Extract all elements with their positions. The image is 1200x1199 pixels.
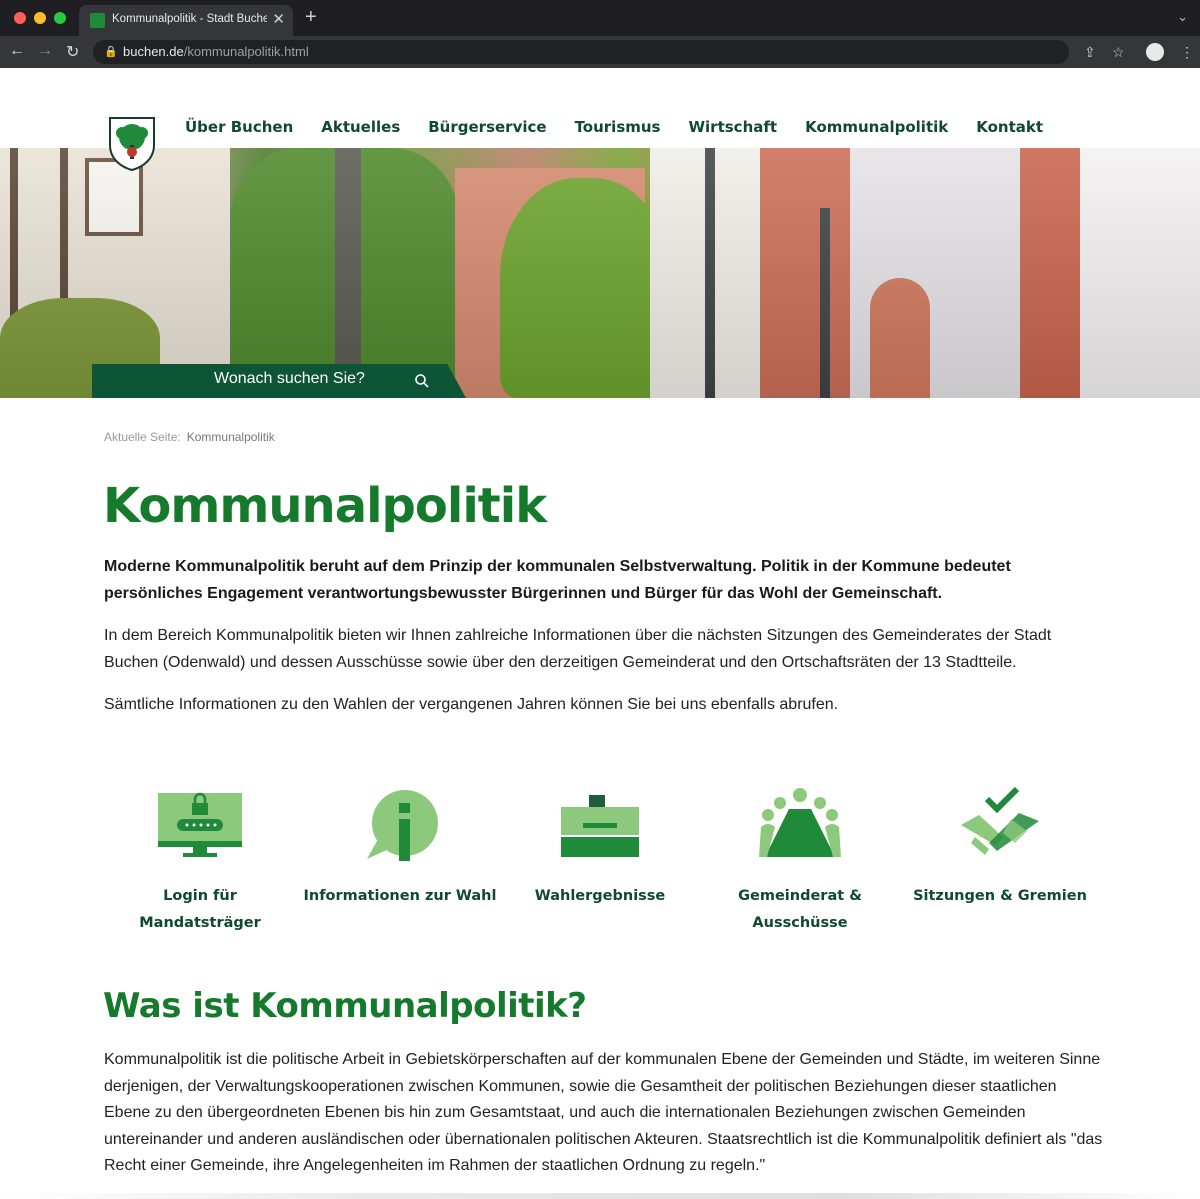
tile-wahlergebnisse[interactable]: Wahlergebnisse xyxy=(500,785,700,910)
nav-ueber-buchen[interactable]: Über Buchen xyxy=(185,118,293,136)
hero-image xyxy=(0,148,1200,398)
ballot-box-icon xyxy=(561,795,639,857)
footer-divider xyxy=(0,1193,1200,1199)
nav-wirtschaft[interactable]: Wirtschaft xyxy=(689,118,778,136)
new-tab-button[interactable]: + xyxy=(305,6,317,29)
url-field[interactable]: 🔒 buchen.de/kommunalpolitik.html xyxy=(93,40,1069,64)
nav-kontakt[interactable]: Kontakt xyxy=(976,118,1043,136)
intro-paragraph: In dem Bereich Kommunalpolitik bieten wi… xyxy=(104,627,1052,671)
search-icon[interactable] xyxy=(414,373,430,389)
close-tab-icon[interactable]: ✕ xyxy=(272,10,285,28)
tab-title: Kommunalpolitik - Stadt Buchen xyxy=(112,13,267,25)
back-button[interactable]: ← xyxy=(9,42,25,60)
nav-aktuelles[interactable]: Aktuelles xyxy=(321,118,400,136)
section-text: Kommunalpolitik ist die politische Arbei… xyxy=(104,1051,1103,1174)
breadcrumb: Aktuelle Seite: Kommunalpolitik xyxy=(104,430,275,444)
url-path: /kommunalpolitik.html xyxy=(183,44,309,59)
meeting-table-icon xyxy=(759,788,841,857)
profile-avatar-icon[interactable] xyxy=(1146,43,1164,61)
nav-kommunalpolitik[interactable]: Kommunalpolitik xyxy=(805,118,948,136)
tab-search-icon[interactable]: ⌄ xyxy=(1177,9,1188,25)
share-icon[interactable]: ⇪ xyxy=(1084,44,1096,61)
section-heading: Was ist Kommunalpolitik? xyxy=(103,986,587,1026)
favicon-icon xyxy=(90,13,105,28)
breadcrumb-label: Aktuelle Seite: xyxy=(104,430,181,444)
tile-label[interactable]: Informationen zur Wahl xyxy=(300,883,500,910)
tile-label[interactable]: Gemeinderat & Ausschüsse xyxy=(700,883,900,937)
monitor-lock-icon xyxy=(158,792,242,857)
elections-paragraph: Sämtliche Informationen zu den Wahlen de… xyxy=(104,696,839,713)
tile-label[interactable]: Wahlergebnisse xyxy=(500,883,700,910)
main-navigation: Über Buchen Aktuelles Bürgerservice Tour… xyxy=(185,118,1043,136)
url-text: buchen.de/kommunalpolitik.html xyxy=(123,44,309,59)
browser-tab[interactable]: Kommunalpolitik - Stadt Buchen ✕ xyxy=(79,5,293,36)
browser-menu-icon[interactable]: ⋮ xyxy=(1180,44,1194,61)
close-window-button[interactable] xyxy=(14,12,26,24)
tile-login[interactable]: Login für Mandatsträger xyxy=(100,785,300,937)
url-host: buchen.de xyxy=(123,44,184,59)
hero-shade xyxy=(0,148,1200,398)
lock-icon: 🔒 xyxy=(104,46,118,58)
search-placeholder[interactable]: Wonach suchen Sie? xyxy=(214,370,365,388)
address-bar: ← → ↻ 🔒 buchen.de/kommunalpolitik.html ⇪… xyxy=(0,36,1200,68)
tile-sitzungen[interactable]: Sitzungen & Gremien xyxy=(900,785,1100,910)
coat-of-arms-logo[interactable] xyxy=(107,115,157,171)
forward-button[interactable]: → xyxy=(37,42,53,60)
window-controls xyxy=(14,12,66,24)
bookmark-star-icon[interactable]: ☆ xyxy=(1112,44,1125,61)
browser-tab-bar: Kommunalpolitik - Stadt Buchen ✕ + ⌄ xyxy=(0,0,1200,36)
tile-gemeinderat[interactable]: Gemeinderat & Ausschüsse xyxy=(700,785,900,937)
info-bubble-icon xyxy=(367,790,438,861)
quicklink-tiles: Login für Mandatsträger Informationen zu… xyxy=(100,785,1100,945)
tile-label[interactable]: Sitzungen & Gremien xyxy=(900,883,1100,910)
lead-text: Moderne Kommunalpolitik beruht auf dem P… xyxy=(104,558,1011,602)
minimize-window-button[interactable] xyxy=(34,12,46,24)
reload-button[interactable]: ↻ xyxy=(66,42,79,62)
breadcrumb-current[interactable]: Kommunalpolitik xyxy=(187,430,275,444)
maximize-window-button[interactable] xyxy=(54,12,66,24)
tile-wahlinfo[interactable]: Informationen zur Wahl xyxy=(300,785,500,910)
nav-buergerservice[interactable]: Bürgerservice xyxy=(428,118,546,136)
site-header: Über Buchen Aktuelles Bürgerservice Tour… xyxy=(0,68,1200,171)
nav-tourismus[interactable]: Tourismus xyxy=(575,118,661,136)
search-bar[interactable]: Wonach suchen Sie? xyxy=(92,364,466,398)
tile-label[interactable]: Login für Mandatsträger xyxy=(100,883,300,937)
page-title: Kommunalpolitik xyxy=(103,478,547,534)
handshake-check-icon xyxy=(961,786,1039,855)
